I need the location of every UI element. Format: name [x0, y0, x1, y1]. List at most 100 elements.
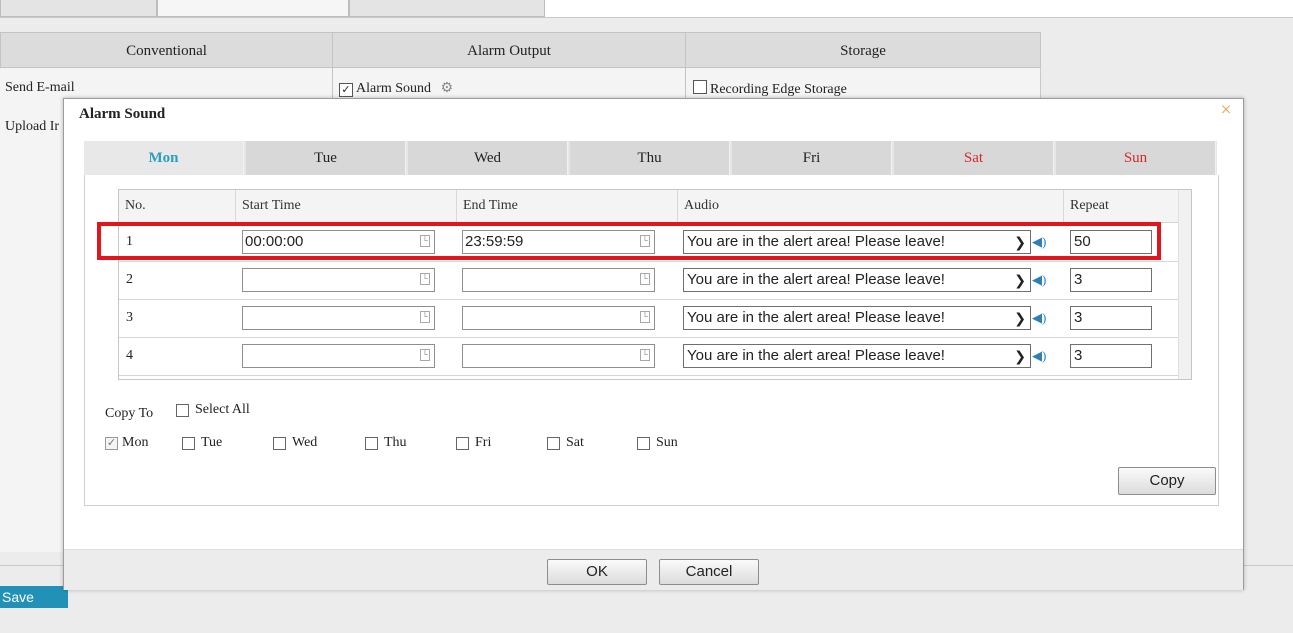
top-tab-3[interactable]: [349, 0, 545, 17]
upload-image-option[interactable]: Upload Ir: [5, 119, 59, 135]
end-time-input[interactable]: └: [462, 268, 655, 292]
copy-mon-label: Mon: [122, 435, 149, 450]
audio-select[interactable]: You are in the alert area! Please leave!…: [683, 344, 1031, 368]
column-header-alarm-output: Alarm Output: [332, 32, 686, 68]
chevron-down-icon[interactable]: ❯: [1014, 231, 1026, 253]
column-header-storage: Storage: [685, 32, 1041, 68]
clock-icon[interactable]: └: [420, 311, 430, 323]
end-time-input[interactable]: └: [462, 306, 655, 330]
audio-select[interactable]: You are in the alert area! Please leave!…: [683, 306, 1031, 330]
speaker-icon[interactable]: ◀): [1032, 272, 1050, 288]
clock-icon[interactable]: └: [640, 235, 650, 247]
repeat-input[interactable]: 50: [1070, 230, 1152, 254]
row-number: 3: [126, 310, 133, 325]
repeat-input[interactable]: 3: [1070, 306, 1152, 330]
copy-thu-checkbox[interactable]: [365, 437, 378, 450]
start-time-input[interactable]: └: [242, 268, 435, 292]
copy-fri-checkbox[interactable]: [456, 437, 469, 450]
audio-value: You are in the alert area! Please leave!: [687, 233, 945, 250]
clock-icon[interactable]: └: [420, 349, 430, 361]
start-time-input[interactable]: └: [242, 306, 435, 330]
chevron-down-icon[interactable]: ❯: [1014, 307, 1026, 329]
top-tab-1[interactable]: [0, 0, 157, 17]
table-row: 1 00:00:00 └ 23:59:59 └ You are in the a…: [119, 223, 1179, 262]
tab-mon[interactable]: Mon: [84, 141, 244, 175]
alarm-sound-checkbox[interactable]: ✓: [339, 83, 353, 97]
clock-icon[interactable]: └: [640, 349, 650, 361]
copy-tue-label: Tue: [201, 435, 223, 450]
table-row: 2 └ └ You are in the alert area! Please …: [119, 261, 1179, 300]
header-no: No.: [119, 190, 236, 222]
chevron-down-icon[interactable]: ❯: [1014, 269, 1026, 291]
tab-thu[interactable]: Thu: [570, 141, 730, 175]
recording-edge-storage-option[interactable]: Recording Edge Storage: [693, 80, 847, 98]
dialog-title: Alarm Sound: [79, 106, 166, 122]
gear-icon[interactable]: ⚙: [441, 81, 454, 96]
select-all-checkbox[interactable]: [176, 404, 189, 417]
end-time-input[interactable]: └: [462, 344, 655, 368]
clock-icon[interactable]: └: [640, 273, 650, 285]
ok-button[interactable]: OK: [547, 559, 647, 585]
clock-icon[interactable]: └: [420, 235, 430, 247]
repeat-input[interactable]: 3: [1070, 344, 1152, 368]
copy-fri-label: Fri: [475, 435, 492, 450]
tab-sat[interactable]: Sat: [894, 141, 1054, 175]
cancel-button[interactable]: Cancel: [659, 559, 759, 585]
close-icon[interactable]: ×: [1216, 99, 1236, 121]
weekday-tabs: Mon Tue Wed Thu Fri Sat Sun: [84, 141, 1217, 175]
start-time-input[interactable]: └: [242, 344, 435, 368]
end-time-value: 23:59:59: [465, 233, 524, 250]
copy-wed-checkbox[interactable]: [273, 437, 286, 450]
header-repeat: Repeat: [1070, 198, 1109, 213]
tab-tue[interactable]: Tue: [246, 141, 406, 175]
select-all-label: Select All: [195, 402, 250, 417]
copy-wed-label: Wed: [292, 435, 318, 450]
table-row: 4 └ └ You are in the alert area! Please …: [119, 337, 1179, 376]
copy-button[interactable]: Copy: [1118, 467, 1216, 495]
audio-value: You are in the alert area! Please leave!: [687, 347, 945, 364]
end-time-input[interactable]: 23:59:59 └: [462, 230, 655, 254]
tab-wed[interactable]: Wed: [408, 141, 568, 175]
speaker-icon[interactable]: ◀): [1032, 234, 1050, 250]
copy-sun-label: Sun: [656, 435, 678, 450]
audio-value: You are in the alert area! Please leave!: [687, 309, 945, 326]
copy-thu-label: Thu: [384, 435, 407, 450]
recording-edge-storage-checkbox[interactable]: [693, 80, 707, 94]
copy-mon-checkbox[interactable]: ✓: [105, 437, 118, 450]
header-start-time: Start Time: [236, 190, 457, 222]
column-header-conventional: Conventional: [0, 32, 333, 68]
clock-icon[interactable]: └: [640, 311, 650, 323]
audio-select[interactable]: You are in the alert area! Please leave!…: [683, 268, 1031, 292]
audio-select[interactable]: You are in the alert area! Please leave!…: [683, 230, 1031, 254]
copy-sat-checkbox[interactable]: [547, 437, 560, 450]
tab-sun[interactable]: Sun: [1056, 141, 1216, 175]
header-audio: Audio: [678, 190, 1064, 222]
copy-sat-label: Sat: [566, 435, 584, 450]
audio-value: You are in the alert area! Please leave!: [687, 271, 945, 288]
chevron-down-icon[interactable]: ❯: [1014, 345, 1026, 367]
header-end-time: End Time: [457, 190, 678, 222]
start-time-input[interactable]: 00:00:00 └: [242, 230, 435, 254]
save-button[interactable]: Save: [0, 586, 68, 608]
table-header: No. Start Time End Time Audio Repeat: [119, 190, 1179, 223]
top-tab-strip: [0, 0, 1293, 18]
schedule-table: No. Start Time End Time Audio Repeat 1 0…: [118, 189, 1192, 380]
top-tab-2[interactable]: [157, 0, 349, 17]
send-email-option[interactable]: Send E-mail: [5, 80, 75, 96]
schedule-panel: No. Start Time End Time Audio Repeat 1 0…: [84, 175, 1219, 506]
speaker-icon[interactable]: ◀): [1032, 348, 1050, 364]
copy-to-label: Copy To: [105, 406, 154, 421]
recording-edge-storage-label: Recording Edge Storage: [710, 82, 847, 97]
repeat-input[interactable]: 3: [1070, 268, 1152, 292]
table-row: 3 └ └ You are in the alert area! Please …: [119, 299, 1179, 338]
alarm-sound-label: Alarm Sound: [356, 81, 432, 96]
row-number: 2: [126, 272, 133, 287]
clock-icon[interactable]: └: [420, 273, 430, 285]
copy-sun-checkbox[interactable]: [637, 437, 650, 450]
tab-fri[interactable]: Fri: [732, 141, 892, 175]
copy-tue-checkbox[interactable]: [182, 437, 195, 450]
alarm-sound-option[interactable]: ✓ Alarm Sound ⚙: [339, 80, 453, 97]
speaker-icon[interactable]: ◀): [1032, 310, 1050, 326]
row-number: 4: [126, 348, 133, 363]
table-scrollbar[interactable]: [1178, 190, 1191, 379]
